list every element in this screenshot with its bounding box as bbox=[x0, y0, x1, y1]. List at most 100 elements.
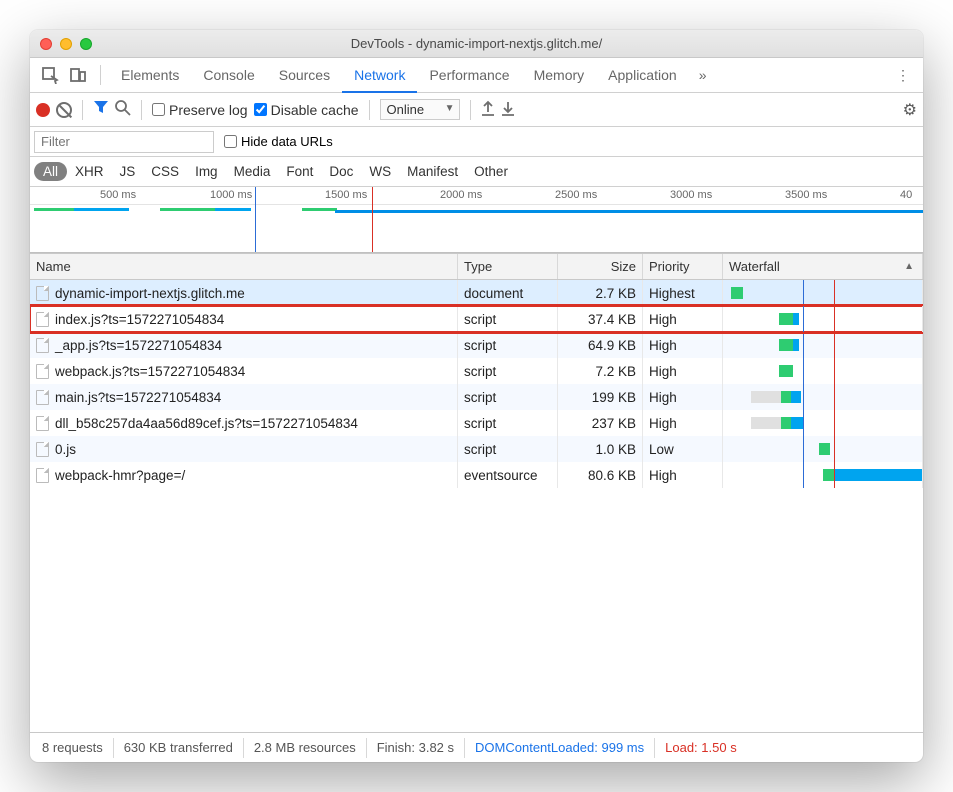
type-ws[interactable]: WS bbox=[361, 162, 399, 181]
device-toolbar-icon[interactable] bbox=[66, 63, 90, 87]
type-other[interactable]: Other bbox=[466, 162, 516, 181]
filter-input[interactable] bbox=[34, 131, 214, 153]
request-waterfall bbox=[723, 332, 923, 358]
network-toolbar: Preserve log Disable cache Online ⚙ bbox=[30, 93, 923, 127]
download-har-icon[interactable] bbox=[501, 100, 515, 119]
timeline-overview[interactable]: 500 ms 1000 ms 1500 ms 2000 ms 2500 ms 3… bbox=[30, 187, 923, 253]
table-header: Name Type Size Priority Waterfall▲ bbox=[30, 253, 923, 280]
table-row[interactable]: index.js?ts=1572271054834script37.4 KBHi… bbox=[30, 306, 923, 332]
table-row[interactable]: dll_b58c257da4aa56d89cef.js?ts=157227105… bbox=[30, 410, 923, 436]
type-img[interactable]: Img bbox=[187, 162, 226, 181]
request-priority: High bbox=[643, 358, 723, 384]
type-font[interactable]: Font bbox=[278, 162, 321, 181]
request-name: dll_b58c257da4aa56d89cef.js?ts=157227105… bbox=[55, 416, 358, 431]
request-priority: High bbox=[643, 332, 723, 358]
type-manifest[interactable]: Manifest bbox=[399, 162, 466, 181]
request-type: eventsource bbox=[458, 462, 558, 488]
window-title: DevTools - dynamic-import-nextjs.glitch.… bbox=[30, 36, 923, 51]
type-all[interactable]: All bbox=[34, 162, 67, 181]
type-media[interactable]: Media bbox=[226, 162, 279, 181]
request-type: script bbox=[458, 358, 558, 384]
filter-icon[interactable] bbox=[93, 99, 109, 120]
col-header-type[interactable]: Type bbox=[458, 254, 558, 279]
table-row[interactable]: webpack.js?ts=1572271054834script7.2 KBH… bbox=[30, 358, 923, 384]
file-icon bbox=[36, 390, 49, 405]
request-priority: High bbox=[643, 384, 723, 410]
titlebar: DevTools - dynamic-import-nextjs.glitch.… bbox=[30, 30, 923, 58]
request-type: script bbox=[458, 306, 558, 332]
tab-sources[interactable]: Sources bbox=[267, 58, 342, 93]
upload-har-icon[interactable] bbox=[481, 100, 495, 119]
request-priority: High bbox=[643, 462, 723, 488]
footer-resources: 2.8 MB resources bbox=[244, 738, 367, 758]
request-name: _app.js?ts=1572271054834 bbox=[55, 338, 222, 353]
table-row[interactable]: 0.jsscript1.0 KBLow bbox=[30, 436, 923, 462]
request-name: dynamic-import-nextjs.glitch.me bbox=[55, 286, 245, 301]
type-css[interactable]: CSS bbox=[143, 162, 187, 181]
table-row[interactable]: webpack-hmr?page=/ eventsource80.6 KBHigh bbox=[30, 462, 923, 488]
tab-elements[interactable]: Elements bbox=[109, 58, 191, 93]
main-tabs: Elements Console Sources Network Perform… bbox=[30, 58, 923, 93]
timeline-ticks: 500 ms 1000 ms 1500 ms 2000 ms 2500 ms 3… bbox=[30, 187, 923, 205]
throttling-select[interactable]: Online bbox=[380, 99, 460, 120]
request-name: webpack.js?ts=1572271054834 bbox=[55, 364, 245, 379]
overflow-menu-icon[interactable]: ⋮ bbox=[891, 63, 915, 87]
hide-data-urls-label: Hide data URLs bbox=[241, 134, 333, 149]
col-header-priority[interactable]: Priority bbox=[643, 254, 723, 279]
request-waterfall bbox=[723, 410, 923, 436]
tab-application[interactable]: Application bbox=[596, 58, 689, 93]
col-header-size[interactable]: Size bbox=[558, 254, 643, 279]
filter-bar: Hide data URLs bbox=[30, 127, 923, 157]
file-icon bbox=[36, 338, 49, 353]
tab-performance[interactable]: Performance bbox=[417, 58, 521, 93]
request-size: 199 KB bbox=[558, 384, 643, 410]
tab-console[interactable]: Console bbox=[191, 58, 266, 93]
request-size: 37.4 KB bbox=[558, 306, 643, 332]
request-type: document bbox=[458, 280, 558, 306]
type-js[interactable]: JS bbox=[112, 162, 144, 181]
settings-icon[interactable]: ⚙ bbox=[903, 100, 917, 120]
file-icon bbox=[36, 364, 49, 379]
type-doc[interactable]: Doc bbox=[321, 162, 361, 181]
file-icon bbox=[36, 312, 49, 327]
footer-requests: 8 requests bbox=[32, 738, 114, 758]
request-waterfall bbox=[723, 384, 923, 410]
request-priority: Highest bbox=[643, 280, 723, 306]
inspect-icon[interactable] bbox=[38, 63, 62, 87]
request-name: 0.js bbox=[55, 442, 76, 457]
request-name: main.js?ts=1572271054834 bbox=[55, 390, 221, 405]
footer-finish: Finish: 3.82 s bbox=[367, 738, 465, 758]
request-waterfall bbox=[723, 306, 923, 332]
type-xhr[interactable]: XHR bbox=[67, 162, 112, 181]
clear-button[interactable] bbox=[56, 102, 72, 118]
request-size: 80.6 KB bbox=[558, 462, 643, 488]
request-priority: High bbox=[643, 410, 723, 436]
request-priority: High bbox=[643, 306, 723, 332]
request-waterfall bbox=[723, 358, 923, 384]
request-waterfall bbox=[723, 462, 923, 488]
preserve-log-checkbox[interactable]: Preserve log bbox=[152, 102, 248, 118]
col-header-waterfall[interactable]: Waterfall▲ bbox=[723, 254, 923, 279]
footer-domcontentloaded: DOMContentLoaded: 999 ms bbox=[465, 738, 655, 758]
request-table: dynamic-import-nextjs.glitch.me document 2… bbox=[30, 280, 923, 488]
search-icon[interactable] bbox=[115, 100, 131, 120]
record-button[interactable] bbox=[36, 103, 50, 117]
col-header-name[interactable]: Name bbox=[30, 254, 458, 279]
footer-transferred: 630 KB transferred bbox=[114, 738, 244, 758]
hide-data-urls-checkbox[interactable]: Hide data URLs bbox=[224, 134, 333, 149]
request-size: 237 KB bbox=[558, 410, 643, 436]
request-waterfall bbox=[723, 280, 923, 306]
request-type-bar: All XHR JS CSS Img Media Font Doc WS Man… bbox=[30, 157, 923, 187]
more-tabs-icon[interactable]: » bbox=[691, 63, 715, 87]
request-name: webpack-hmr?page=/ bbox=[55, 468, 185, 483]
table-row[interactable]: dynamic-import-nextjs.glitch.medocument2… bbox=[30, 280, 923, 306]
file-icon bbox=[36, 442, 49, 457]
disable-cache-checkbox[interactable]: Disable cache bbox=[254, 102, 359, 118]
request-size: 64.9 KB bbox=[558, 332, 643, 358]
table-row[interactable]: _app.js?ts=1572271054834script64.9 KBHig… bbox=[30, 332, 923, 358]
tab-network[interactable]: Network bbox=[342, 58, 417, 93]
table-row[interactable]: main.js?ts=1572271054834script199 KBHigh bbox=[30, 384, 923, 410]
request-waterfall bbox=[723, 436, 923, 462]
tab-memory[interactable]: Memory bbox=[522, 58, 597, 93]
file-icon bbox=[36, 286, 49, 301]
